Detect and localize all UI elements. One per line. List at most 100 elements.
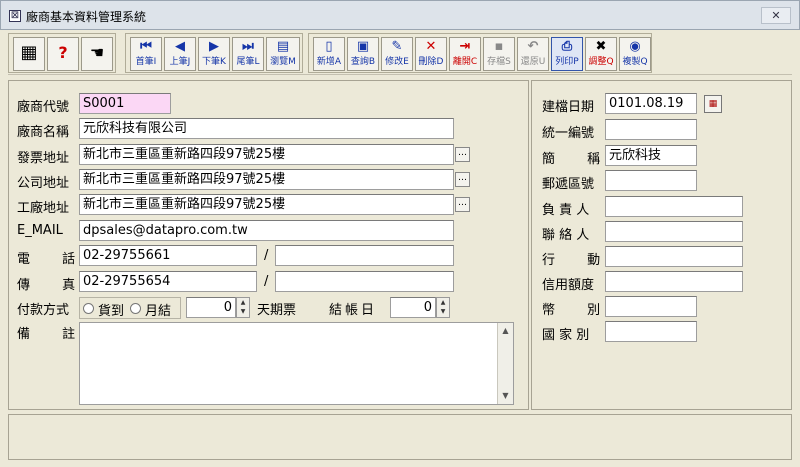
save-label: 存檔S: [487, 57, 511, 67]
calculator-button[interactable]: ▦: [13, 37, 45, 71]
restore-label: 還原U: [520, 57, 546, 67]
side-form-panel: 建檔日期 0101.08.19 ▦ 統一編號 簡 稱 元欣科技 郵遞區號 負 責…: [531, 80, 792, 410]
print-label: 列印P: [555, 57, 579, 67]
toolbar-group-actions: ▯ 新增A ▣ 查詢B ✎ 修改E ✕ 刪除D ⇥ 離開C ▪ 存檔S ↶ 還原…: [308, 33, 652, 73]
add-button[interactable]: ▯ 新增A: [313, 37, 345, 71]
help-icon: ?: [58, 43, 68, 62]
exit-button[interactable]: ⇥ 離開C: [449, 37, 481, 71]
fax-input[interactable]: 02-29755654: [79, 271, 257, 292]
email-label: E_MAIL: [17, 223, 63, 238]
email-input[interactable]: dpsales@datapro.com.tw: [79, 220, 454, 241]
print-button[interactable]: ⎙ 列印P: [551, 37, 583, 71]
payment-method-label: 付款方式: [17, 303, 70, 318]
payment-cod-radio[interactable]: 貨到: [83, 302, 129, 319]
calendar-button[interactable]: ▦: [704, 95, 722, 113]
phone-extra-input[interactable]: [275, 245, 454, 266]
delete-icon: ✕: [425, 39, 437, 54]
contact-input[interactable]: [605, 221, 743, 242]
payment-days-input[interactable]: 0: [186, 297, 236, 318]
payment-days-unit: 天期票: [257, 303, 297, 318]
last-record-label: 尾筆L: [236, 57, 260, 67]
last-record-button[interactable]: ⏭ 尾筆L: [232, 37, 264, 71]
hand-icon: ☚: [89, 43, 105, 62]
query-label: 查詢B: [350, 57, 376, 67]
toolbar-group-tools: ▦ ? ☚: [8, 33, 116, 73]
tax-id-input[interactable]: [605, 119, 697, 140]
country-input[interactable]: [605, 321, 697, 342]
app-icon: ⊠: [9, 10, 21, 22]
vendor-name-input[interactable]: 元欣科技有限公司: [79, 118, 454, 139]
edit-button[interactable]: ✎ 修改E: [381, 37, 413, 71]
prev-record-label: 上筆J: [169, 57, 191, 67]
chevron-up-icon: ▲: [240, 299, 246, 306]
status-bar: [8, 414, 792, 460]
remark-textarea[interactable]: ▲ ▼: [79, 322, 514, 405]
credit-limit-input[interactable]: [605, 271, 743, 292]
phone-input[interactable]: 02-29755661: [79, 245, 257, 266]
browse-button[interactable]: ▤ 瀏覽M: [266, 37, 300, 71]
currency-label: 幣 別: [542, 303, 615, 318]
remark-scrollbar[interactable]: ▲ ▼: [497, 323, 513, 404]
prev-record-button[interactable]: ◀ 上筆J: [164, 37, 196, 71]
adjust-label: 調整Q: [588, 57, 614, 67]
next-record-label: 下筆K: [202, 57, 226, 67]
vendor-code-input[interactable]: S0001: [79, 93, 171, 114]
delete-button[interactable]: ✕ 刪除D: [415, 37, 447, 71]
closing-day-stepper[interactable]: ▲ ▼: [436, 297, 450, 318]
closing-day-input[interactable]: 0: [390, 297, 436, 318]
invoice-address-lookup-button[interactable]: …: [455, 147, 470, 162]
contact-label: 聯 絡 人: [542, 228, 590, 243]
adjust-button[interactable]: ✖ 調整Q: [585, 37, 617, 71]
credit-limit-label: 信用額度: [542, 278, 595, 293]
phone-separator: /: [264, 248, 269, 263]
fax-extra-input[interactable]: [275, 271, 454, 292]
window-titlebar: ⊠ 廠商基本資料管理系統 ✕: [0, 0, 800, 30]
new-document-icon: ▯: [325, 39, 333, 54]
postal-code-input[interactable]: [605, 170, 697, 191]
short-name-input[interactable]: 元欣科技: [605, 145, 697, 166]
payment-days-stepper[interactable]: ▲ ▼: [236, 297, 250, 318]
postal-code-label: 郵遞區號: [542, 177, 595, 192]
first-icon: ⏮: [140, 39, 152, 54]
closing-day-label: 結帳日: [329, 303, 378, 318]
company-address-lookup-button[interactable]: …: [455, 172, 470, 187]
next-icon: ▶: [209, 39, 219, 54]
main-form-panel: 廠商代號 S0001 廠商名稱 元欣科技有限公司 發票地址 新北市三重區重新路四…: [8, 80, 529, 410]
payment-monthly-radio[interactable]: 月結: [130, 302, 180, 319]
payment-cod-label: 貨到: [98, 304, 125, 319]
company-address-input[interactable]: 新北市三重區重新路四段97號25樓: [79, 169, 454, 190]
tools-icon: ✖: [595, 39, 607, 54]
owner-input[interactable]: [605, 196, 743, 217]
radio-icon: [83, 303, 94, 314]
scroll-up-icon[interactable]: ▲: [498, 323, 513, 339]
payment-method-group: 貨到 月結: [79, 297, 181, 319]
first-record-button[interactable]: ⏮ 首筆I: [130, 37, 162, 71]
created-date-input[interactable]: 0101.08.19: [605, 93, 697, 114]
next-record-button[interactable]: ▶ 下筆K: [198, 37, 230, 71]
short-name-label: 簡 稱: [542, 152, 615, 167]
invoice-address-label: 發票地址: [17, 151, 70, 166]
close-button[interactable]: ✕: [761, 7, 791, 24]
query-button[interactable]: ▣ 查詢B: [347, 37, 379, 71]
toolbar-group-navigation: ⏮ 首筆I ◀ 上筆J ▶ 下筆K ⏭ 尾筆L ▤ 瀏覽M: [125, 33, 303, 73]
restore-button[interactable]: ↶ 還原U: [517, 37, 549, 71]
edit-label: 修改E: [385, 57, 409, 67]
created-date-label: 建檔日期: [542, 100, 595, 115]
delete-label: 刪除D: [418, 57, 444, 67]
currency-input[interactable]: [605, 296, 697, 317]
mobile-input[interactable]: [605, 246, 743, 267]
copy-button[interactable]: ◉ 複製Q: [619, 37, 651, 71]
last-icon: ⏭: [242, 39, 254, 54]
window-title: 廠商基本資料管理系統: [26, 10, 147, 24]
chevron-up-icon: ▲: [440, 299, 446, 306]
prev-icon: ◀: [175, 39, 185, 54]
factory-address-input[interactable]: 新北市三重區重新路四段97號25樓: [79, 194, 454, 215]
tool-button[interactable]: ☚: [81, 37, 113, 71]
owner-label: 負 責 人: [542, 203, 590, 218]
scroll-down-icon[interactable]: ▼: [498, 388, 513, 404]
save-button[interactable]: ▪ 存檔S: [483, 37, 515, 71]
browse-icon: ▤: [276, 39, 290, 54]
factory-address-lookup-button[interactable]: …: [455, 197, 470, 212]
invoice-address-input[interactable]: 新北市三重區重新路四段97號25樓: [79, 144, 454, 165]
help-button[interactable]: ?: [47, 37, 79, 71]
